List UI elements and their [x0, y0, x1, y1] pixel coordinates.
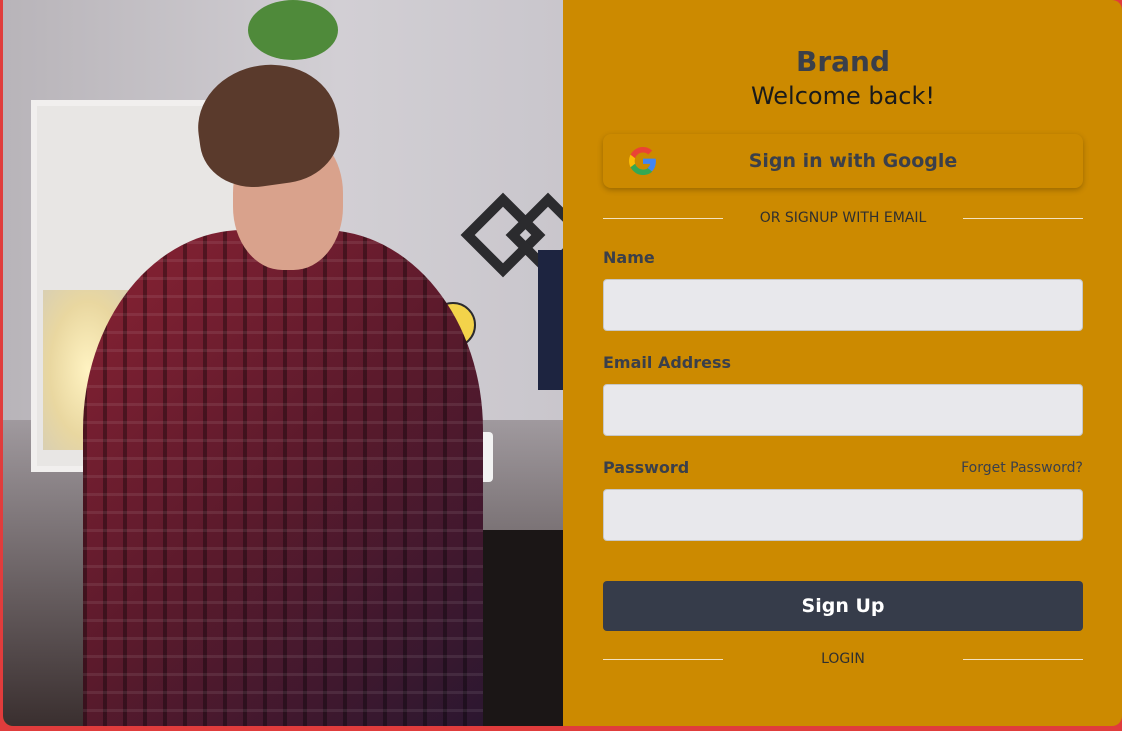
login-divider: LOGIN: [603, 651, 1083, 667]
signup-button[interactable]: Sign Up: [603, 581, 1083, 631]
brand-title: Brand: [795, 45, 891, 78]
email-label: Email Address: [603, 353, 732, 372]
name-label: Name: [603, 248, 655, 267]
hero-photo: [3, 0, 563, 726]
signup-form: Brand Welcome back! Sign in with Google …: [563, 0, 1122, 726]
divider-line: [963, 217, 1083, 219]
email-field[interactable]: [603, 384, 1083, 436]
password-label: Password: [603, 458, 690, 477]
photo-plant: [248, 0, 338, 60]
divider-line: [603, 217, 723, 219]
email-group: Email Address: [603, 353, 1083, 436]
name-group: Name: [603, 248, 1083, 331]
name-field[interactable]: [603, 279, 1083, 331]
google-signin-button[interactable]: Sign in with Google: [603, 134, 1083, 188]
photo-person-shirt: [83, 230, 483, 726]
google-signin-label: Sign in with Google: [748, 150, 958, 172]
forgot-password-link[interactable]: Forget Password?: [961, 460, 1083, 476]
password-field[interactable]: [603, 489, 1083, 541]
password-group: Password Forget Password?: [603, 458, 1083, 541]
welcome-heading: Welcome back!: [750, 82, 936, 110]
divider-text: OR SIGNUP WITH EMAIL: [759, 210, 927, 226]
photo-monitor: [538, 250, 563, 390]
password-label-row: Password Forget Password?: [603, 458, 1083, 477]
divider-line: [603, 658, 723, 660]
signup-card: Brand Welcome back! Sign in with Google …: [3, 0, 1122, 726]
divider-line: [963, 658, 1083, 660]
login-link[interactable]: LOGIN: [723, 651, 963, 667]
signup-divider: OR SIGNUP WITH EMAIL: [603, 210, 1083, 226]
google-icon: [629, 147, 656, 175]
